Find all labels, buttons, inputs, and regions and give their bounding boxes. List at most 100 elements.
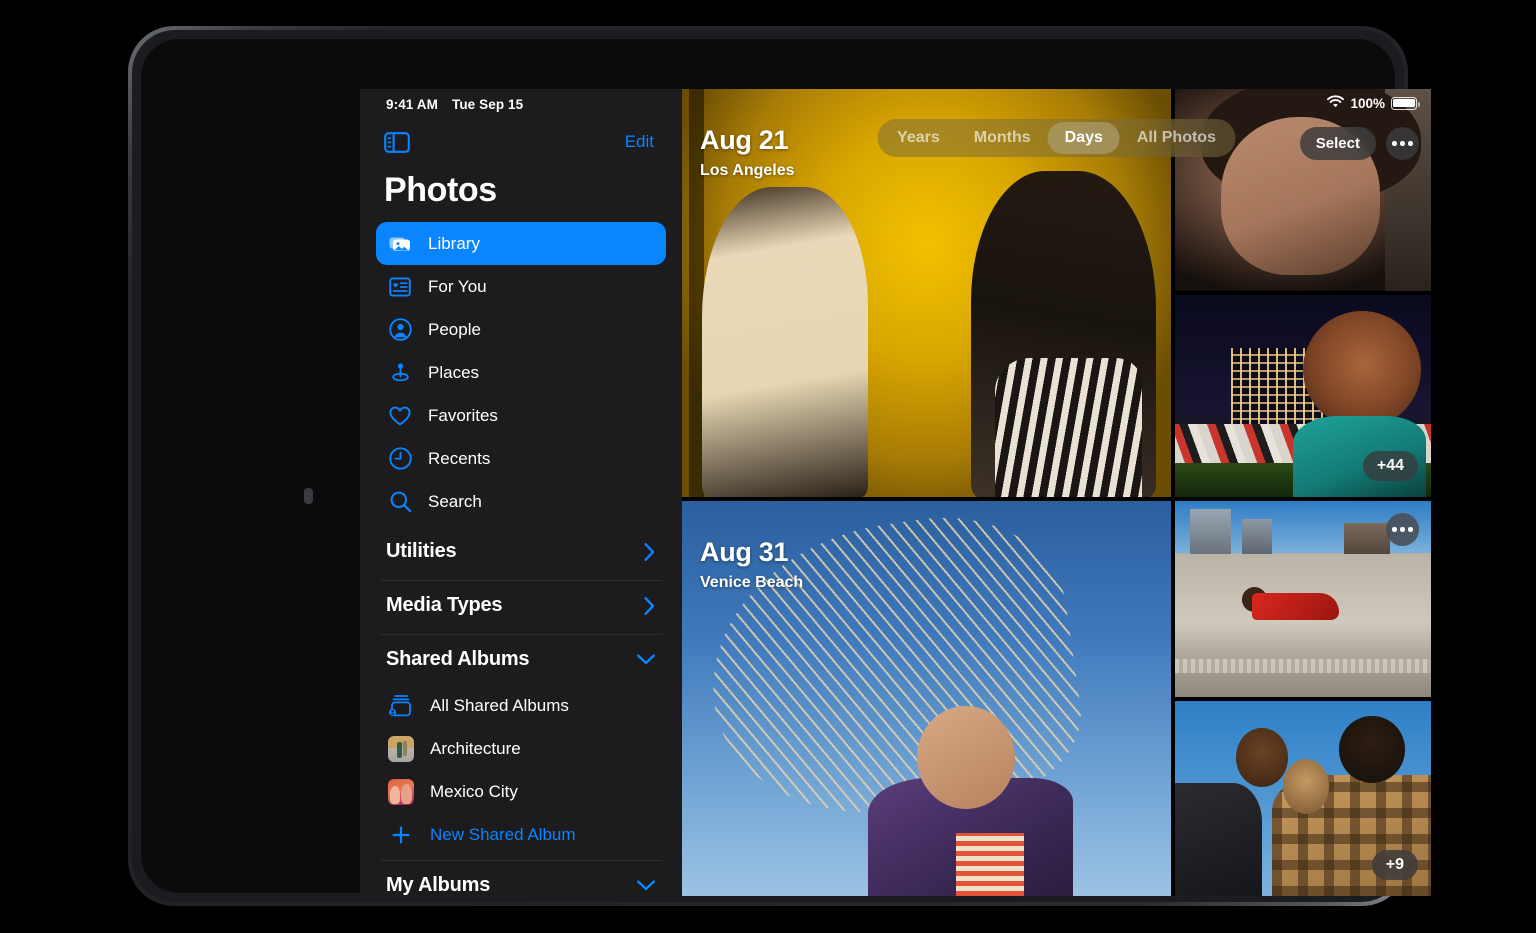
album-thumbnail-mexico-city xyxy=(388,779,414,805)
photo-tile-aug31-main[interactable]: Aug 31 Venice Beach xyxy=(682,501,1171,896)
status-bar-date: Tue Sep 15 xyxy=(452,97,523,112)
photo-decor xyxy=(1344,523,1390,554)
new-shared-album-button[interactable]: New Shared Album xyxy=(380,813,662,856)
screenshot-root: 9:41 AM Tue Sep 15 Edit xyxy=(0,0,1536,933)
photo-grid: Aug 21 Los Angeles xyxy=(682,89,1431,896)
sidebar-toggle-icon[interactable] xyxy=(384,132,410,153)
photo-decor xyxy=(1283,759,1329,814)
select-button[interactable]: Select xyxy=(1300,127,1376,160)
battery-percent-label: 100% xyxy=(1350,96,1385,111)
album-label: Architecture xyxy=(430,739,521,759)
new-shared-album-label: New Shared Album xyxy=(430,825,576,845)
status-bar-left: 9:41 AM Tue Sep 15 xyxy=(374,89,668,119)
album-thumbnail-architecture xyxy=(388,736,414,762)
chevron-down-icon[interactable] xyxy=(636,879,656,892)
photo-grid-area: Aug 21 Los Angeles xyxy=(682,89,1431,896)
photo-decor xyxy=(917,706,1015,809)
power-button[interactable] xyxy=(304,488,313,504)
photo-tile-night[interactable]: +44 xyxy=(1175,295,1431,497)
photo-decor xyxy=(1242,519,1273,554)
sidebar-item-search[interactable]: Search xyxy=(376,480,666,523)
segment-months[interactable]: Months xyxy=(957,122,1048,154)
sidebar: 9:41 AM Tue Sep 15 Edit xyxy=(360,89,682,896)
heart-icon xyxy=(388,404,412,428)
sidebar-nav-list: Library For You xyxy=(374,222,668,523)
for-you-icon xyxy=(388,275,412,299)
map-pin-icon xyxy=(388,361,412,385)
sidebar-item-label: Places xyxy=(428,363,479,383)
shared-albums-icon xyxy=(388,693,414,719)
day-title: Aug 21 xyxy=(700,125,795,156)
photo-decor xyxy=(1190,509,1231,554)
chevron-right-icon[interactable] xyxy=(643,542,656,562)
day-location: Los Angeles xyxy=(700,162,795,180)
photo-decor xyxy=(1303,311,1421,428)
sidebar-item-mexico-city[interactable]: Mexico City xyxy=(380,770,662,813)
person-circle-icon xyxy=(388,318,412,342)
chevron-down-icon[interactable] xyxy=(636,653,656,666)
ipad-screen: 9:41 AM Tue Sep 15 Edit xyxy=(360,89,1431,896)
sidebar-item-label: Favorites xyxy=(428,406,498,426)
sidebar-item-for-you[interactable]: For You xyxy=(376,265,666,308)
sidebar-section-shared-albums: Shared Albums xyxy=(380,634,662,856)
segment-all-photos[interactable]: All Photos xyxy=(1120,122,1233,154)
photo-column-right-bottom: +9 xyxy=(1175,501,1431,896)
page-title: Photos xyxy=(374,165,668,222)
ipad-device: 9:41 AM Tue Sep 15 Edit xyxy=(128,26,1408,906)
photo-decor xyxy=(1252,593,1339,620)
clock-icon xyxy=(388,447,412,471)
sidebar-section-utilities: Utilities xyxy=(380,527,662,576)
dot xyxy=(1400,527,1405,532)
section-title: My Albums xyxy=(386,874,490,896)
photo-tile-rooftop[interactable] xyxy=(1175,501,1431,697)
sidebar-section-shared-albums-row[interactable]: Shared Albums xyxy=(380,635,662,684)
sidebar-section-media-types: Media Types xyxy=(380,580,662,630)
sidebar-item-label: Recents xyxy=(428,449,490,469)
sidebar-section-utilities-row[interactable]: Utilities xyxy=(380,527,662,576)
chevron-right-icon[interactable] xyxy=(643,596,656,616)
section-title: Shared Albums xyxy=(386,648,529,671)
sidebar-item-favorites[interactable]: Favorites xyxy=(376,394,666,437)
photo-decor xyxy=(956,833,1024,896)
photo-decor xyxy=(1175,659,1431,673)
day-group-label-aug21: Aug 21 Los Angeles xyxy=(700,125,795,180)
sidebar-item-library[interactable]: Library xyxy=(376,222,666,265)
sidebar-section-media-types-row[interactable]: Media Types xyxy=(380,581,662,630)
edit-button[interactable]: Edit xyxy=(621,130,658,154)
day-title: Aug 31 xyxy=(700,537,803,568)
more-photos-badge[interactable]: +44 xyxy=(1363,451,1418,481)
sidebar-item-people[interactable]: People xyxy=(376,308,666,351)
sidebar-item-label: Library xyxy=(428,234,480,254)
ellipsis-icon[interactable] xyxy=(1386,127,1419,160)
battery-full-icon xyxy=(1391,97,1417,110)
dot xyxy=(1408,527,1413,532)
segment-days[interactable]: Days xyxy=(1048,122,1120,154)
dot xyxy=(1392,527,1397,532)
sidebar-item-label: People xyxy=(428,320,481,340)
time-scope-segmented-control: Years Months Days All Photos xyxy=(877,119,1236,157)
sidebar-item-label: Search xyxy=(428,492,482,512)
sidebar-item-places[interactable]: Places xyxy=(376,351,666,394)
sidebar-item-label: For You xyxy=(428,277,487,297)
photo-tile-trio[interactable]: +9 xyxy=(1175,701,1431,897)
sidebar-toolbar: Edit xyxy=(374,119,668,165)
section-title: Utilities xyxy=(386,540,456,563)
photo-stack-icon xyxy=(388,232,412,256)
more-photos-badge[interactable]: +9 xyxy=(1372,850,1418,880)
segment-years[interactable]: Years xyxy=(880,122,957,154)
photo-decor xyxy=(995,358,1142,497)
day-location: Venice Beach xyxy=(700,574,803,592)
sidebar-item-architecture[interactable]: Architecture xyxy=(380,727,662,770)
content-toolbar-right: Select xyxy=(1300,127,1419,160)
status-bar-right: 100% xyxy=(1327,95,1417,111)
dot xyxy=(1408,141,1413,146)
status-bar-time: 9:41 AM xyxy=(386,97,438,112)
dot xyxy=(1392,141,1397,146)
sidebar-item-recents[interactable]: Recents xyxy=(376,437,666,480)
dot xyxy=(1400,141,1405,146)
wifi-icon xyxy=(1327,95,1344,111)
photo-decor xyxy=(702,187,868,497)
sidebar-section-my-albums-row[interactable]: My Albums xyxy=(380,861,662,896)
sidebar-item-all-shared-albums[interactable]: All Shared Albums xyxy=(380,684,662,727)
ellipsis-circle-icon[interactable] xyxy=(1386,513,1419,546)
